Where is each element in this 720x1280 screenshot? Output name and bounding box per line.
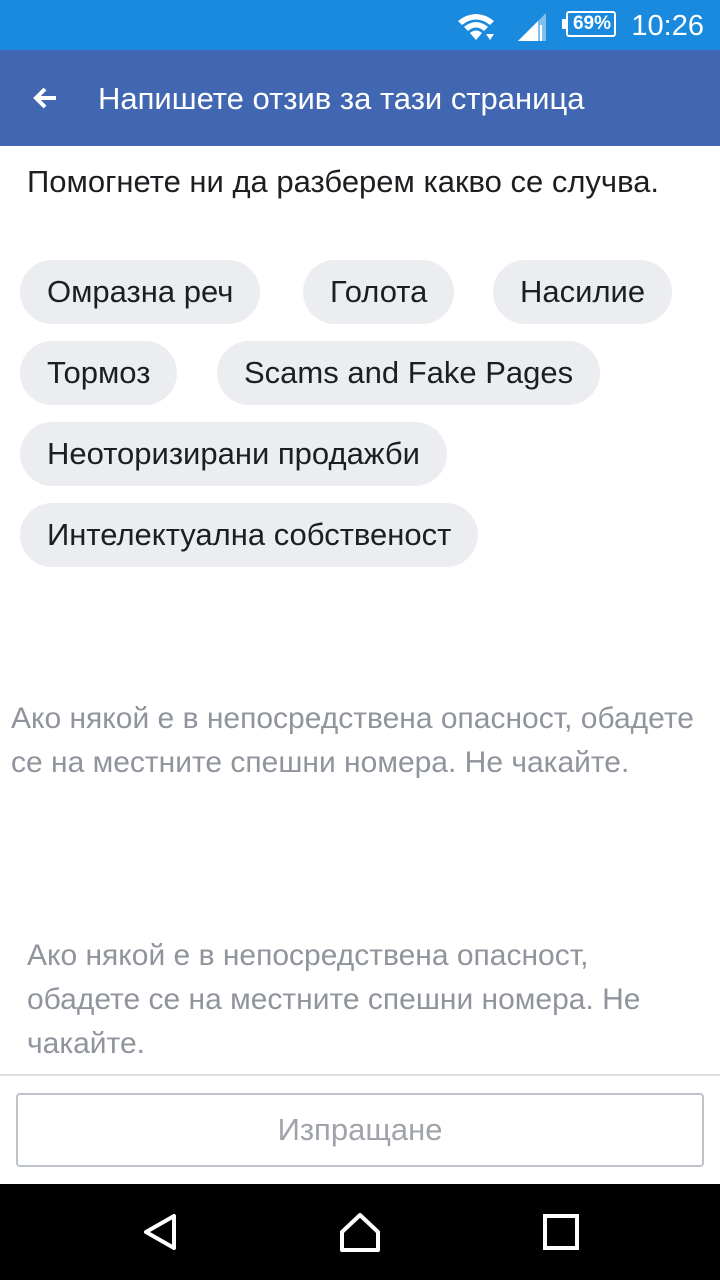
emergency-warning: Ако някой е в непосредствена опасност, о… xyxy=(11,702,694,779)
chip-hate-speech[interactable]: Омразна реч xyxy=(20,260,261,324)
footer-divider xyxy=(0,1074,720,1076)
submit-button[interactable]: Изпращане xyxy=(16,1093,704,1167)
home-icon[interactable] xyxy=(338,1210,382,1254)
back-triangle-icon[interactable] xyxy=(138,1210,182,1254)
status-bar: 69% 10:26 xyxy=(0,0,720,50)
chip-unauthorized-sales[interactable]: Неоторизирани продажби xyxy=(20,422,447,486)
system-nav-bar xyxy=(0,1184,720,1280)
chip-nudity[interactable]: Голота xyxy=(303,260,455,324)
chip-harassment[interactable]: Тормоз xyxy=(20,341,178,405)
help-prompt: Помогнете ни да разберем какво се случва… xyxy=(27,164,660,199)
wifi-icon xyxy=(458,14,494,40)
page-title: Напишете отзив за тази страница xyxy=(98,81,585,116)
signal-icon xyxy=(518,13,546,41)
battery-level: 69% xyxy=(572,13,612,34)
app-bar: Напишете отзив за тази страница xyxy=(0,50,720,146)
chip-violence[interactable]: Насилие xyxy=(493,260,673,324)
battery-icon: 69% xyxy=(562,11,618,39)
chip-scams-fake-pages[interactable]: Scams and Fake Pages xyxy=(217,341,601,405)
emergency-warning-footer: Ако някой е в непосредствена опасност, о… xyxy=(27,939,641,1060)
back-button[interactable] xyxy=(22,74,70,122)
status-time: 10:26 xyxy=(631,10,704,42)
arrow-left-icon xyxy=(33,87,56,109)
recents-icon[interactable] xyxy=(539,1210,583,1254)
chip-intellectual-property[interactable]: Интелектуална собственост xyxy=(20,503,479,567)
